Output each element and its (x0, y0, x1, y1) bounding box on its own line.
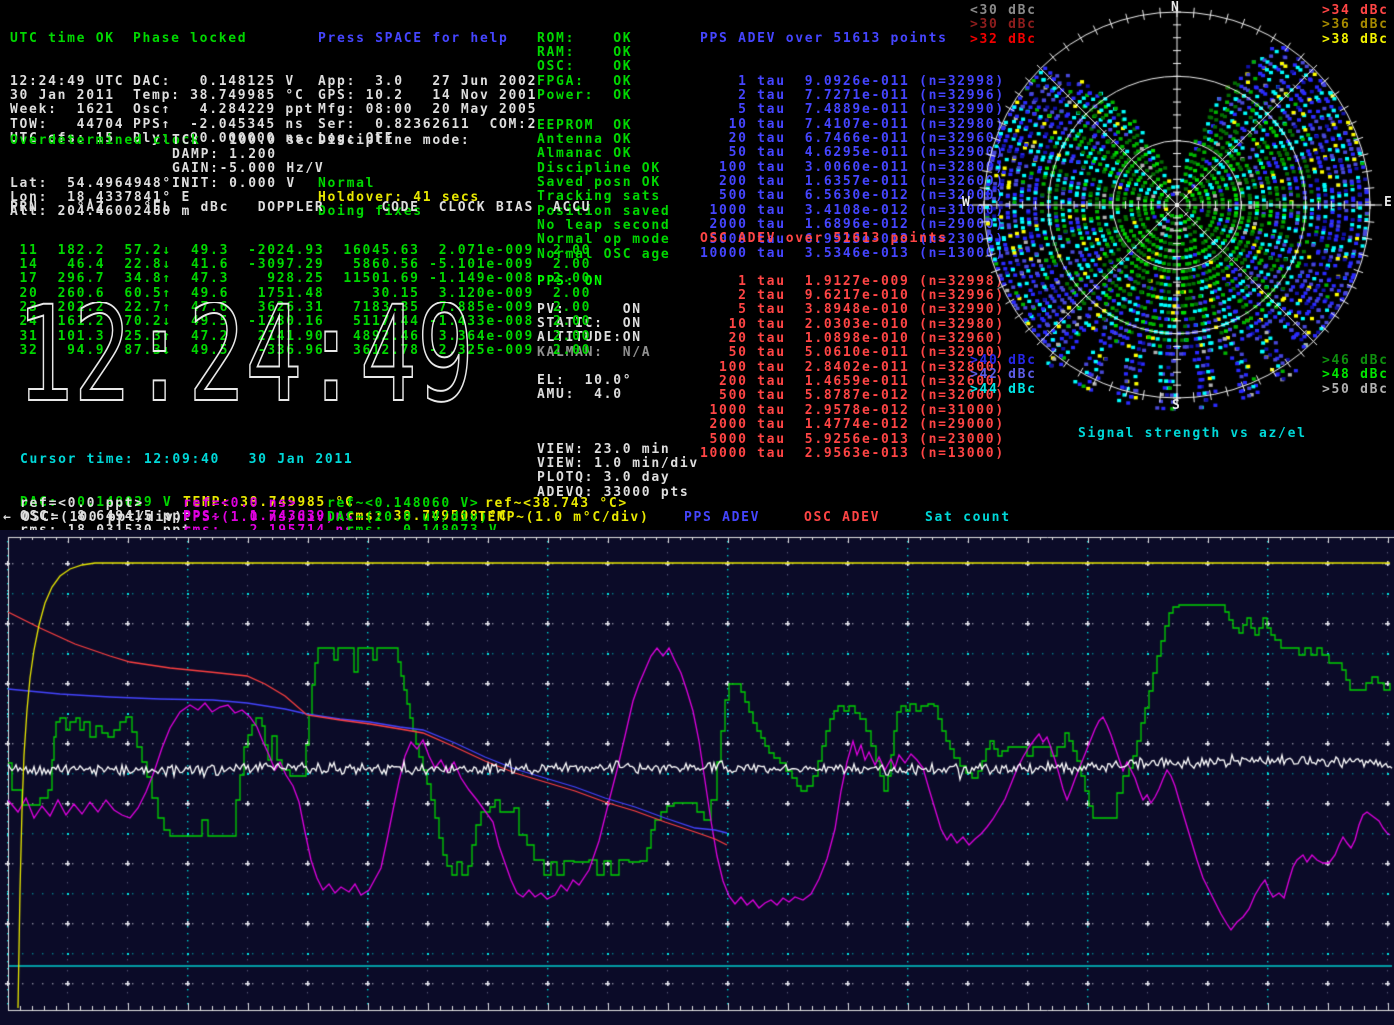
text-line: OSC: OK (537, 60, 632, 74)
text-line: >30 dBc (970, 18, 1037, 32)
phase-status-title: Phase locked (133, 32, 314, 46)
polar-north-label: N (1171, 1, 1181, 15)
text-line: GPS: 10.2 14 Nov 2001 (318, 89, 537, 103)
utc-status-title: UTC time OK (10, 32, 124, 46)
text-line: TC: 100.0 sec (172, 134, 324, 148)
text-line: Almanac OK (537, 147, 670, 161)
adev-row: 2000 tau 1.4774e-012 (n=29000) (700, 418, 1005, 432)
clock-digits: 12:24:49 (16, 302, 474, 414)
help-hint: Press SPACE for help (318, 32, 537, 46)
text-line: AMU: 4.0 (537, 388, 632, 402)
cursor-time: Cursor time: 12:09:40 30 Jan 2011 (20, 453, 508, 467)
text-line: RAM: OK (537, 46, 632, 60)
satellite-table-header: PRN °AZ °EL dBc DOPPLER CODE CLOCK BIAS … (10, 201, 591, 215)
text-line: Antenna OK (537, 133, 670, 147)
plot-series-label: Sat count (925, 511, 1011, 525)
text-line: 12:24:49 UTC (10, 75, 124, 89)
text-line: ROM: OK (537, 32, 632, 46)
text-line: >42 dBc (970, 368, 1037, 382)
polar-caption: Signal strength vs az/el (1078, 427, 1307, 441)
text-line: PLOTQ: 3.0 day (537, 471, 699, 485)
text-line: >48 dBc (1322, 368, 1389, 382)
dbc-legend-top-right: >34 dBc>36 dBc>38 dBc (1322, 4, 1389, 47)
satellite-row: 11 182.2 57.2↓ 49.3 -2024.93 16045.63 2.… (10, 244, 591, 258)
text-line: >34 dBc (1322, 4, 1389, 18)
plot-scale-label: DAC~(20.0 uV/div) (327, 511, 489, 525)
text-line: >50 dBc (1322, 383, 1389, 397)
satellite-row: 20 260.6 60.5↑ 49.6 1751.48 30.15 3.120e… (10, 287, 591, 301)
text-line: >36 dBc (1322, 18, 1389, 32)
text-line: VIEW: 1.0 min/div (537, 457, 699, 471)
text-line: EEPROM OK (537, 119, 670, 133)
text-line: >46 dBc (1322, 354, 1389, 368)
plot-scale-label: PPS~(1.0 ns/div) (183, 511, 335, 525)
adev-row: 10000 tau 2.9563e-013 (n=13000) (700, 447, 1005, 461)
mask-lines: EL: 10.0°AMU: 4.0 (537, 374, 632, 403)
text-line: VIEW: 23.0 min (537, 443, 699, 457)
dbc-legend-bottom-left: >40 dBc>42 dBc>44 dBc (970, 354, 1037, 397)
text-line: FPGA: OK (537, 75, 632, 89)
plot-series-label: OSC ADEV (804, 511, 880, 525)
text-line: DAC: 0.148125 V (133, 75, 314, 89)
text-line: >32 dBc (970, 33, 1037, 47)
big-digital-clock: 12:24:49 (12, 302, 498, 414)
adev-row: 5000 tau 5.9256e-013 (n=23000) (700, 433, 1005, 447)
plot-scale-row: ← OSC=(100 ppt/div)PPS~(1.0 ns/div)DAC~(… (0, 511, 1394, 526)
discipline-mode-title: Discipline mode: (318, 134, 480, 148)
text-line: <30 dBc (970, 4, 1037, 18)
satellite-row: 14 46.4 22.8↓ 41.6 -3097.29 5860.56 -5.1… (10, 258, 591, 272)
text-line: >38 dBc (1322, 33, 1389, 47)
plot-series-label: PPS ADEV (684, 511, 760, 525)
polar-east-label: E (1384, 196, 1394, 210)
text-line: EL: 10.0° (537, 374, 632, 388)
polar-south-label: S (1172, 399, 1182, 413)
plot-scale-label: TEMP~(1.0 m°C/div) (478, 511, 649, 525)
plot-scale-label: ← OSC=(100 ppt/div) (3, 511, 184, 525)
text-line: 30 Jan 2011 (10, 89, 124, 103)
strip-chart-plot[interactable] (0, 530, 1394, 1025)
text-line: App: 3.0 27 Jun 2002 (318, 75, 537, 89)
text-line: DAMP: 1.200 (172, 148, 324, 162)
polar-west-label: W (962, 196, 972, 210)
text-line: Temp: 38.749985 °C (133, 89, 314, 103)
text-line: >40 dBc (970, 354, 1037, 368)
text-line: >44 dBc (970, 383, 1037, 397)
dbc-legend-bottom-right: >46 dBc>48 dBc>50 dBc (1322, 354, 1389, 397)
dbc-legend-top-left: <30 dBc>30 dBc>32 dBc (970, 4, 1037, 47)
satellite-row: 17 296.7 34.8↑ 47.3 928.25 11501.69 -1.1… (10, 272, 591, 286)
view-info-lines: VIEW: 23.0 minVIEW: 1.0 min/divPLOTQ: 3.… (537, 443, 699, 500)
